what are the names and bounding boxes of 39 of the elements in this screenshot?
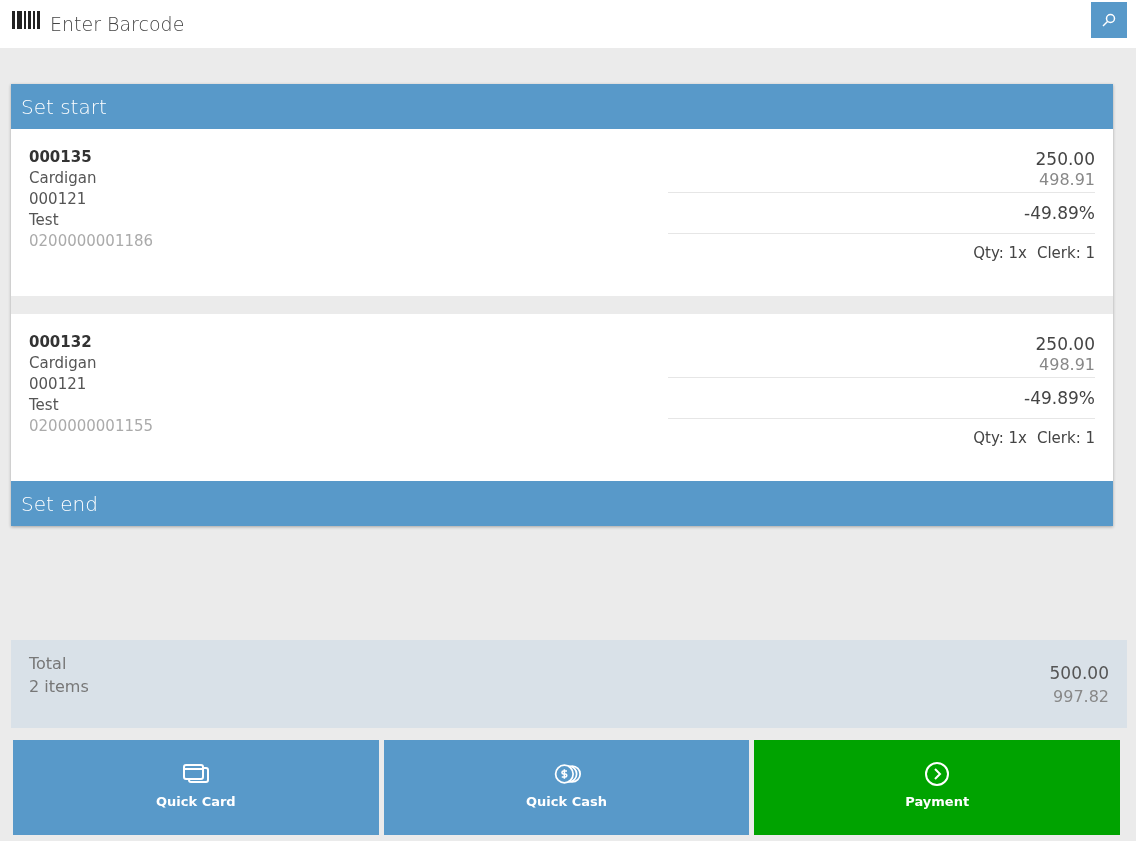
item-name: Cardigan <box>29 353 98 374</box>
item-note: Test <box>29 210 60 231</box>
item-original-price: 498.91 <box>1039 355 1095 376</box>
item-original-price: 498.91 <box>1039 170 1095 191</box>
total-label: Total <box>29 653 68 675</box>
barcode-icon <box>12 11 42 29</box>
search-icon <box>1102 13 1116 27</box>
cards-icon <box>181 762 210 786</box>
chevron-circle-icon <box>923 762 952 786</box>
payment-button[interactable]: Payment <box>754 740 1120 835</box>
item-count: 2 items <box>29 676 89 698</box>
search-bar[interactable]: Enter Barcode <box>0 0 1136 48</box>
set-end-footer: Set end <box>11 481 1113 526</box>
item-clerk: Clerk: 1 <box>1036 244 1095 262</box>
search-button[interactable] <box>1091 2 1127 38</box>
coins-icon <box>552 762 581 786</box>
barcode-field[interactable]: Enter Barcode <box>50 13 1083 35</box>
item-reference: 000121 <box>29 189 88 210</box>
item-quantity: Qty: 1x <box>973 429 1027 447</box>
item-barcode: 0200000001155 <box>29 416 154 437</box>
item-barcode: 0200000001186 <box>29 231 154 252</box>
item-code: 000135 <box>29 147 93 168</box>
quick-cash-button[interactable]: Quick Cash <box>383 740 750 835</box>
item-price: 250.00 <box>1035 148 1095 170</box>
total-original-amount: 997.82 <box>1053 686 1109 708</box>
item-name: Cardigan <box>29 168 98 189</box>
set-start-header: Set start <box>11 84 1113 129</box>
line-item-card[interactable]: 000135 Cardigan 000121 Test 0200000001186 250.00 498.91 -49.89% Qty: 1x Clerk: 1 <box>11 129 1113 296</box>
item-note: Test <box>29 395 60 416</box>
item-discount: -49.89% <box>1024 387 1095 410</box>
quick-card-button[interactable]: Quick Card <box>13 740 379 835</box>
item-discount: -49.89% <box>1024 202 1095 225</box>
line-item-card[interactable]: 000132 Cardigan 000121 Test 0200000001155 250.00 498.91 -49.89% Qty: 1x Clerk: 1 <box>11 314 1113 481</box>
item-price: 250.00 <box>1035 333 1095 355</box>
item-quantity: Qty: 1x <box>973 244 1027 262</box>
item-clerk: Clerk: 1 <box>1036 429 1095 447</box>
total-amount: 500.00 <box>1049 662 1109 685</box>
item-reference: 000121 <box>29 374 88 395</box>
item-code: 000132 <box>29 332 93 353</box>
